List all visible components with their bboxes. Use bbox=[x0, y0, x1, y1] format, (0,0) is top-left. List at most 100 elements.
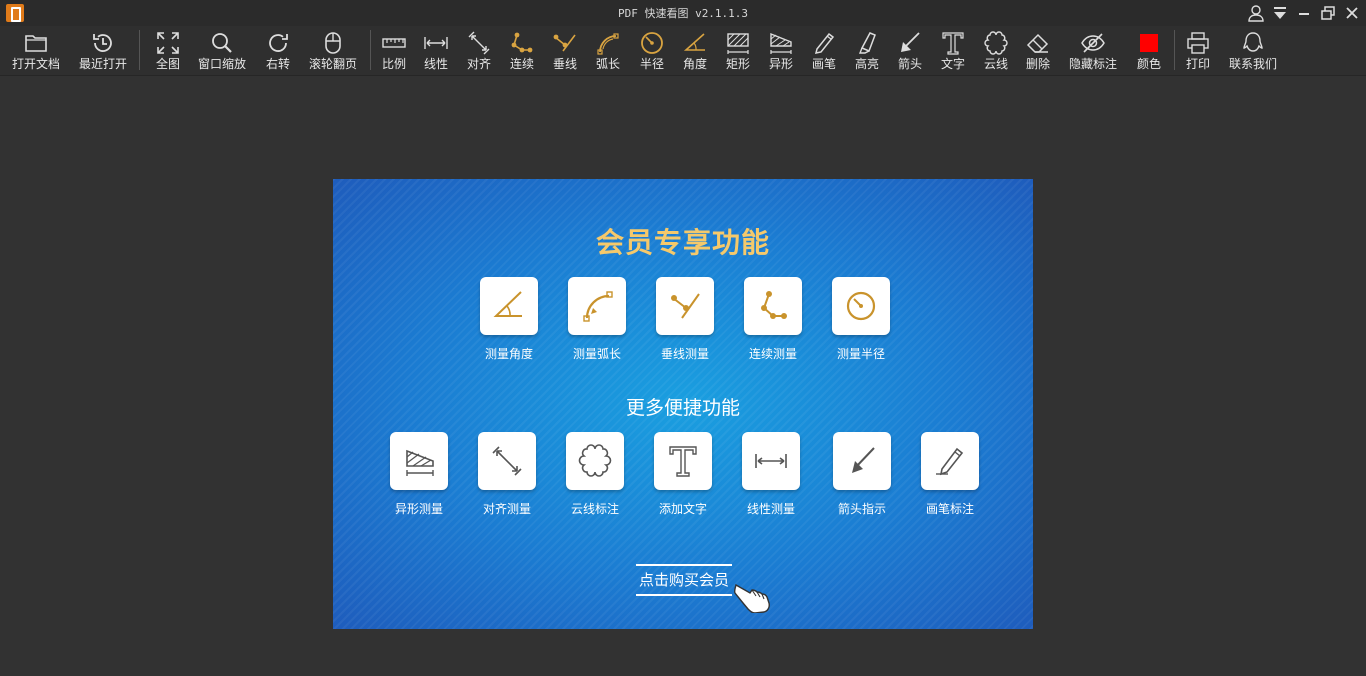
text-icon bbox=[942, 32, 964, 55]
arrow-icon bbox=[852, 447, 875, 473]
linear-button[interactable]: 线性 bbox=[420, 30, 452, 74]
pen-icon bbox=[936, 447, 964, 476]
vip-feature-label: 测量半径 bbox=[836, 347, 885, 361]
restore-icon bbox=[1321, 6, 1335, 20]
promo-title: 会员专享功能 bbox=[595, 226, 770, 259]
history-icon bbox=[93, 34, 112, 52]
fullscreen-icon bbox=[157, 32, 179, 54]
feature-pen[interactable] bbox=[921, 432, 979, 490]
print-button[interactable]: 打印 bbox=[1182, 30, 1214, 74]
feature-label: 箭头指示 bbox=[837, 502, 886, 516]
vip-feature-continuous[interactable] bbox=[744, 277, 802, 335]
title-bar: PDF 快速看图 v2.1.1.3 bbox=[0, 0, 1366, 26]
vip-feature-radius[interactable] bbox=[832, 277, 890, 335]
window-zoom-button[interactable]: 窗口缩放 bbox=[196, 30, 248, 74]
feature-irregular[interactable] bbox=[390, 432, 448, 490]
arrow-button[interactable]: 箭头 bbox=[894, 30, 926, 74]
irregular-shape-icon bbox=[770, 32, 792, 54]
hide-annotation-button[interactable]: 隐藏标注 bbox=[1066, 30, 1120, 74]
feature-align[interactable] bbox=[478, 432, 536, 490]
rotate-right-button[interactable]: 右转 bbox=[260, 30, 296, 74]
wheel-page-button[interactable]: 滚轮翻页 bbox=[306, 30, 360, 74]
highlight-button[interactable]: 高亮 bbox=[851, 30, 883, 74]
feature-cloud-line[interactable] bbox=[566, 432, 624, 490]
user-account-button[interactable] bbox=[1246, 3, 1270, 23]
minimize-button[interactable] bbox=[1294, 3, 1318, 23]
perpendicular-button[interactable]: 垂线 bbox=[549, 30, 581, 74]
cloud-line-button[interactable]: 云线 bbox=[980, 30, 1012, 74]
feature-add-text[interactable] bbox=[654, 432, 712, 490]
open-document-button[interactable]: 打开文档 bbox=[10, 30, 62, 74]
zoom-icon bbox=[212, 33, 232, 53]
perpendicular-icon bbox=[553, 34, 576, 52]
dropdown-icon bbox=[1274, 7, 1286, 19]
rectangle-button[interactable]: 矩形 bbox=[722, 30, 754, 74]
vip-feature-arc-length[interactable] bbox=[568, 277, 626, 335]
restore-button[interactable] bbox=[1318, 3, 1342, 23]
mouse-icon bbox=[325, 32, 341, 54]
menu-dropdown-button[interactable] bbox=[1270, 3, 1294, 23]
feature-arrow[interactable] bbox=[833, 432, 891, 490]
continuous-measure-icon bbox=[511, 32, 533, 53]
radius-icon bbox=[846, 291, 876, 321]
color-swatch bbox=[1140, 34, 1158, 52]
buy-membership-button[interactable]: 点击购买会员 bbox=[636, 564, 732, 596]
scale-button[interactable]: 比例 bbox=[378, 30, 410, 74]
angle-icon bbox=[493, 291, 522, 317]
toolbar-separator bbox=[139, 30, 140, 70]
feature-label: 线性测量 bbox=[746, 502, 795, 516]
text-button[interactable]: 文字 bbox=[937, 30, 969, 74]
contact-us-button[interactable]: 联系我们 bbox=[1226, 30, 1280, 74]
printer-icon bbox=[1187, 32, 1209, 54]
arc-length-button[interactable]: 弧长 bbox=[592, 30, 624, 74]
rotate-right-icon bbox=[269, 34, 288, 52]
recent-open-button[interactable]: 最近打开 bbox=[77, 30, 129, 74]
radius-button[interactable]: 半径 bbox=[636, 30, 668, 74]
hide-eye-icon bbox=[1081, 33, 1105, 53]
delete-button[interactable]: 删除 bbox=[1022, 30, 1054, 74]
close-button[interactable] bbox=[1342, 3, 1366, 23]
vip-promo-panel: 会员专享功能 测量角度 测量弧长 垂线测量 连续测量 测量半径 更多便捷功能 异… bbox=[333, 179, 1033, 629]
feature-label: 画笔标注 bbox=[925, 502, 974, 516]
arc-length-icon bbox=[597, 33, 619, 55]
vip-feature-perpendicular[interactable] bbox=[656, 277, 714, 335]
irregular-button[interactable]: 异形 bbox=[765, 30, 797, 74]
cloud-line-icon bbox=[578, 444, 612, 477]
align-measure-icon bbox=[492, 446, 522, 476]
highlighter-icon bbox=[858, 32, 876, 54]
linear-measure-icon bbox=[424, 37, 448, 49]
arc-length-icon bbox=[583, 291, 613, 322]
pen-icon bbox=[814, 32, 835, 54]
feature-label: 添加文字 bbox=[658, 502, 707, 516]
vip-feature-label: 连续测量 bbox=[748, 347, 797, 361]
feature-label: 云线标注 bbox=[570, 502, 619, 516]
angle-icon bbox=[683, 33, 705, 51]
minimize-icon bbox=[1299, 13, 1309, 15]
feature-linear[interactable] bbox=[742, 432, 800, 490]
close-icon bbox=[1346, 7, 1358, 19]
align-button[interactable]: 对齐 bbox=[463, 30, 495, 74]
vip-feature-label: 测量弧长 bbox=[572, 347, 621, 361]
promo-subtitle: 更多便捷功能 bbox=[625, 397, 740, 419]
toolbar-separator bbox=[370, 30, 371, 70]
linear-measure-icon bbox=[755, 454, 787, 468]
arrow-icon bbox=[901, 32, 920, 52]
vip-feature-label: 测量角度 bbox=[484, 347, 533, 361]
cloud-line-icon bbox=[984, 31, 1008, 55]
user-icon bbox=[1248, 5, 1264, 22]
angle-button[interactable]: 角度 bbox=[679, 30, 711, 74]
continuous-measure-icon bbox=[761, 291, 787, 319]
feature-label: 对齐测量 bbox=[482, 502, 531, 516]
continuous-button[interactable]: 连续 bbox=[506, 30, 538, 74]
contact-icon bbox=[1243, 32, 1263, 52]
perpendicular-icon bbox=[671, 293, 700, 319]
vip-feature-angle[interactable] bbox=[480, 277, 538, 335]
eraser-icon bbox=[1026, 33, 1049, 53]
radius-icon bbox=[641, 32, 663, 54]
vip-feature-label: 垂线测量 bbox=[660, 347, 709, 361]
window-title: PDF 快速看图 v2.1.1.3 bbox=[617, 7, 749, 20]
fit-all-button[interactable]: 全图 bbox=[150, 30, 186, 74]
color-button[interactable]: 颜色 bbox=[1133, 30, 1165, 74]
pen-button[interactable]: 画笔 bbox=[808, 30, 840, 74]
rectangle-icon bbox=[727, 33, 749, 54]
